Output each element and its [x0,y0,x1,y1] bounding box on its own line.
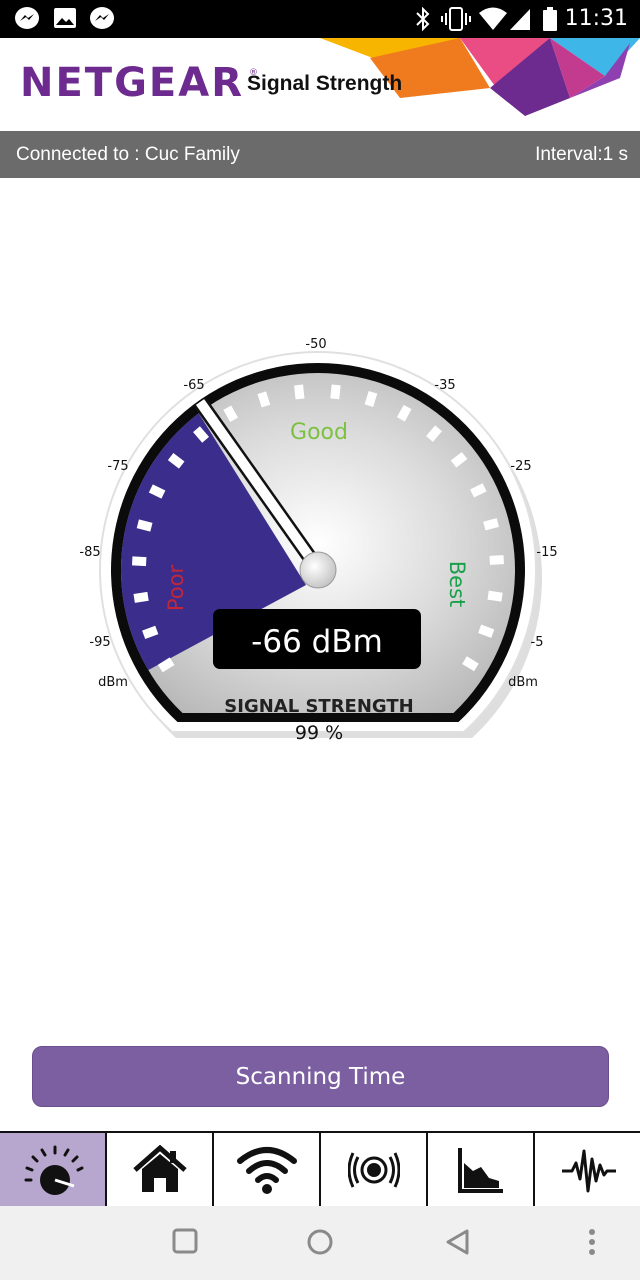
gauge-tick [132,556,147,567]
radar-icon [347,1151,400,1188]
gauge-tick [396,404,412,422]
gauge-tick [157,657,175,673]
status-bar: 11:31 [0,0,640,38]
gauge-tick [483,518,499,531]
gauge-tick [142,625,159,640]
unit-label-left: dBm [98,675,128,690]
gauge-tick [148,484,166,499]
scanning-time-button[interactable]: Scanning Time [32,1046,609,1107]
zone-label-best: Best [445,561,469,608]
tab-signal-strength[interactable] [0,1133,107,1206]
gauge-tick [294,384,305,400]
tab-analytics[interactable] [428,1133,535,1206]
clock-time: 11:31 [564,6,628,31]
gauge-tick [133,591,149,603]
signal-gauge: -95 -85 -75 -65 -50 -35 -25 -15 -5 dBm d… [0,320,640,790]
connection-bar: Connected to : Cuc Family Interval:1 s [0,131,640,178]
cell-signal-icon [510,9,530,30]
battery-icon [543,7,557,31]
scale-label-minus25: -25 [510,459,531,474]
zone-label-poor: Poor [164,565,188,612]
gauge-tick [462,656,479,672]
tab-waveform[interactable] [535,1133,640,1206]
reading-value: -66 dBm [251,624,383,660]
gauge-tick [487,590,503,602]
scale-label-minus15: -15 [536,545,557,560]
area-chart-icon [457,1147,503,1193]
netgear-logo: NETGEAR [20,60,244,106]
speedometer-icon [24,1145,83,1195]
recents-icon[interactable] [172,1228,198,1254]
android-nav-bar [0,1206,640,1280]
gauge-tick [330,384,341,400]
messenger-icon [15,7,39,29]
home-icon [132,1144,187,1192]
scale-label-minus75: -75 [107,459,128,474]
tab-wifi[interactable] [214,1133,321,1206]
connected-network-label: Connected to : Cuc Family [16,144,240,165]
scale-label-minus85: -85 [79,545,100,560]
scale-label-minus65: -65 [183,378,204,393]
back-icon[interactable] [444,1228,472,1256]
bottom-tab-bar [0,1131,640,1206]
wifi-icon [236,1146,297,1194]
signal-percent: 99 % [295,722,343,744]
page-title: Signal Strength [247,72,403,95]
home-circle-icon[interactable] [306,1228,334,1256]
app-header: NETGEAR ® Signal Strength [0,38,640,131]
scale-label-minus95: -95 [89,635,110,650]
gauge-tick [223,405,239,423]
gauge-tick [136,519,153,532]
waveform-icon [561,1149,616,1192]
gauge-tick [478,624,495,638]
tab-home[interactable] [107,1133,214,1206]
scale-label-minus50: -50 [305,337,326,352]
gauge-tick [470,483,487,498]
signal-strength-caption: SIGNAL STRENGTH [224,696,413,717]
zone-label-good: Good [290,420,348,445]
scan-interval-label: Interval:1 s [535,144,628,165]
needle-hub [299,551,337,589]
wifi-icon [479,7,507,30]
gauge-tick [489,555,504,565]
menu-dots-icon[interactable] [586,1228,598,1256]
scale-label-minus35: -35 [434,378,455,393]
scale-label-minus5: -5 [531,635,544,650]
vibrate-icon [441,7,471,31]
app-screen: 11:31 NETGEAR ® Signal Strength Connecte… [0,0,640,1280]
bluetooth-icon [416,6,430,32]
gauge-svg: -95 -85 -75 -65 -50 -35 -25 -15 -5 dBm d… [79,337,557,744]
image-icon [54,8,76,28]
unit-label-right: dBm [508,675,538,690]
tab-channel-radar[interactable] [321,1133,428,1206]
gauge-tick [364,390,378,408]
gauge-tick [257,391,271,408]
messenger-icon [90,7,114,29]
